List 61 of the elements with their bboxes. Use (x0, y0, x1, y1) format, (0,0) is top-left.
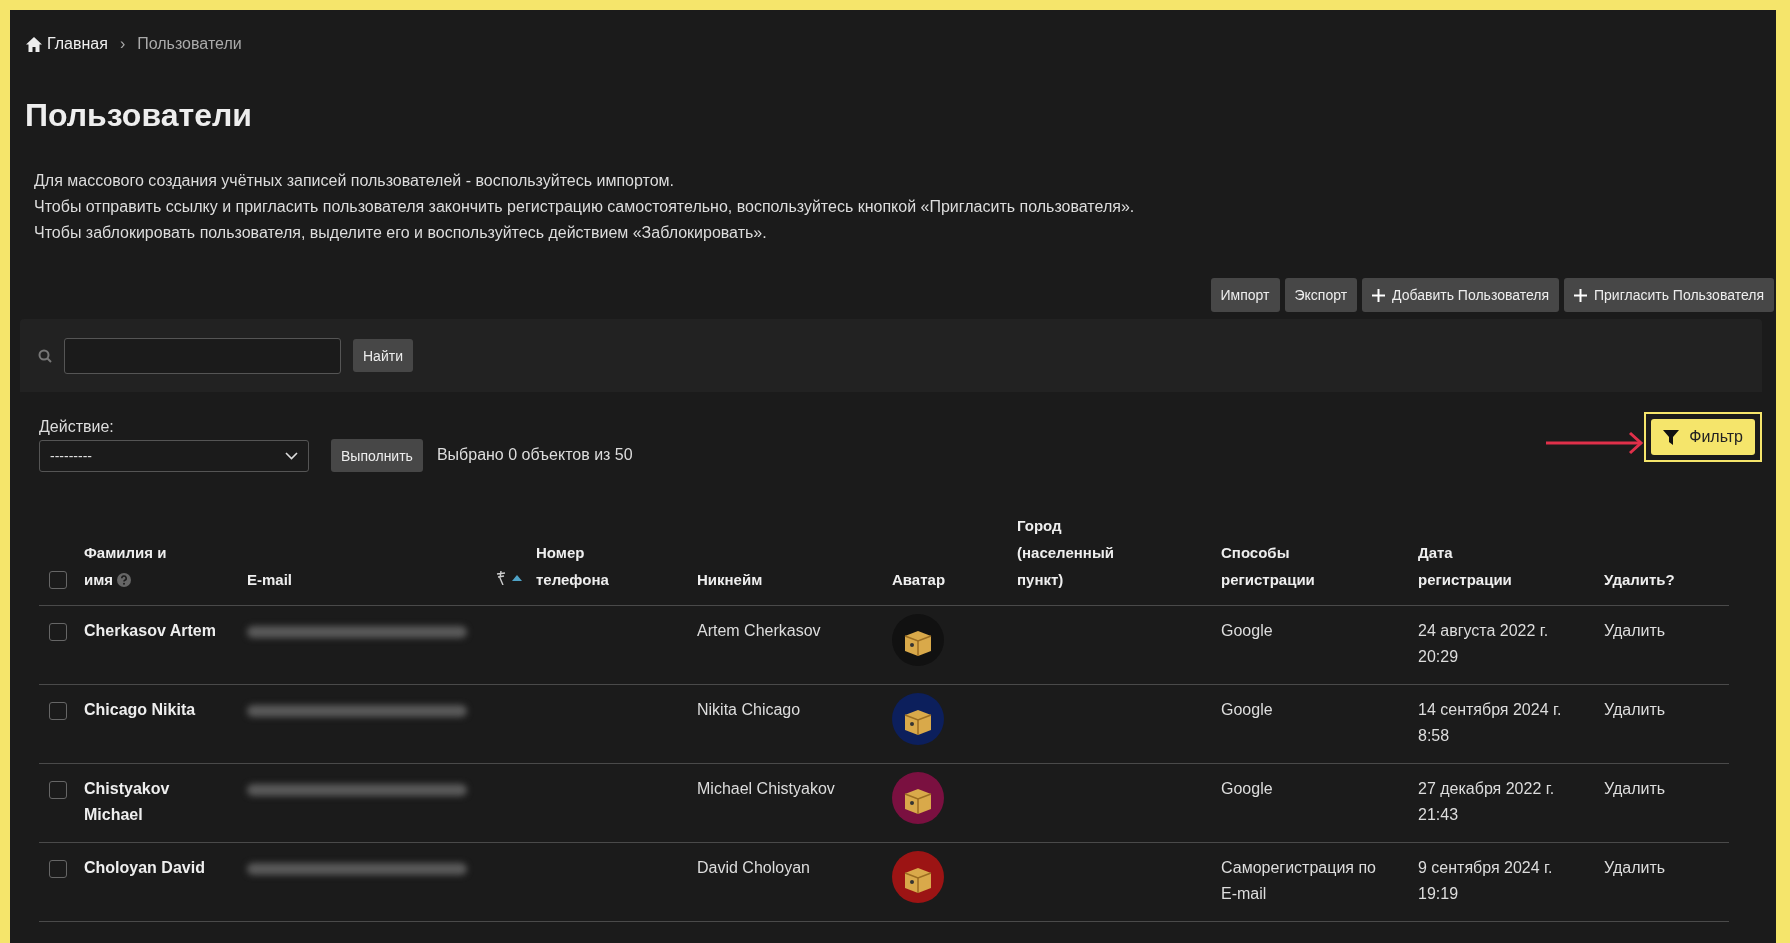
sort-toggle-icon (496, 571, 506, 585)
row-checkbox[interactable] (49, 860, 67, 878)
chevron-down-icon (285, 452, 298, 460)
delete-link[interactable]: Удалить (1604, 764, 1729, 843)
select-all-checkbox[interactable] (49, 571, 67, 589)
delete-link[interactable]: Удалить (1604, 843, 1729, 922)
column-header[interactable]: Никнейм (697, 566, 763, 593)
table-cell: 9 сентября 2024 г. 19:19 (1418, 843, 1604, 922)
user-name-link[interactable]: Chistyakov Michael (84, 764, 247, 843)
column-header[interactable]: E-mail (247, 566, 292, 593)
column-header[interactable]: Номер телефона (536, 539, 609, 593)
delete-link[interactable]: Удалить (1604, 606, 1729, 685)
home-icon (25, 35, 43, 53)
search-field[interactable] (64, 337, 341, 374)
table-cell: Michael Chistyakov (697, 764, 892, 843)
info-text: Чтобы заблокировать пользователя, выделите его и воспользуйтесь действием «Заблокировать». (34, 224, 768, 242)
table-cell: 14 сентября 2024 г. 8:58 (1418, 685, 1604, 764)
filter-button[interactable]: Фильтр (1651, 419, 1755, 455)
action-select[interactable]: --------- (39, 440, 309, 472)
breadcrumb-separator: › (119, 35, 126, 53)
toolbar-button[interactable]: Импорт (1210, 278, 1280, 312)
row-checkbox[interactable] (49, 623, 67, 641)
sort-ascending-icon (512, 575, 522, 581)
plus-icon (1372, 288, 1386, 302)
user-name-link[interactable]: Choloyan David (84, 843, 247, 922)
user-name-link[interactable]: Cherkasov Artem (84, 606, 247, 685)
help-icon (117, 573, 132, 587)
user-name-link[interactable]: Chicago Nikita (84, 685, 247, 764)
row-checkbox[interactable] (49, 781, 67, 799)
selection-count: Выбрано 0 объектов из 50 (436, 446, 633, 464)
page-title: Пользователи (25, 97, 253, 134)
column-header[interactable]: Дата регистрации (1418, 539, 1512, 593)
search-button[interactable]: Найти (353, 339, 413, 372)
table-cell: David Choloyan (697, 843, 892, 922)
table-cell: Google (1221, 685, 1418, 764)
search-icon (38, 348, 52, 363)
table-cell: Google (1221, 764, 1418, 843)
column-header[interactable]: Способы регистрации (1221, 539, 1315, 593)
execute-button[interactable]: Выполнить (331, 439, 423, 472)
home-link[interactable]: Главная (25, 35, 108, 53)
info-text: Чтобы отправить ссылку и пригласить пользователя закончить регистрацию самостоятельно, воспользуйтесь кнопкой «Пригласить пользователя». (34, 198, 1136, 216)
funnel-icon (1663, 429, 1680, 445)
table-cell: 27 декабря 2022 г. 21:43 (1418, 764, 1604, 843)
table-cell: Artem Cherkasov (697, 606, 892, 685)
info-text: Для массового создания учётных записей пользователей - воспользуйтесь импортом. (34, 172, 676, 190)
toolbar-button[interactable]: Добавить Пользователя (1362, 278, 1559, 312)
delete-link[interactable]: Удалить (1604, 685, 1729, 764)
toolbar-button[interactable]: Пригласить Пользователя (1564, 278, 1774, 312)
column-header[interactable]: Аватар (892, 566, 946, 593)
column-header[interactable]: Удалить? (1604, 566, 1675, 593)
breadcrumb-current: Пользователи (137, 35, 242, 53)
column-header[interactable]: Город (населенный пункт) (1017, 512, 1114, 593)
table-cell: Nikita Chicago (697, 685, 892, 764)
table-cell: Саморегистрация по E-mail (1221, 843, 1418, 922)
table-cell: 24 августа 2022 г. 20:29 (1418, 606, 1604, 685)
row-checkbox[interactable] (49, 702, 67, 720)
column-header[interactable]: Фамилия и имя (84, 539, 167, 593)
action-label: Действие: (39, 418, 115, 436)
toolbar-button[interactable]: Экспорт (1284, 278, 1358, 312)
table-cell: Google (1221, 606, 1418, 685)
plus-icon (1574, 288, 1587, 302)
